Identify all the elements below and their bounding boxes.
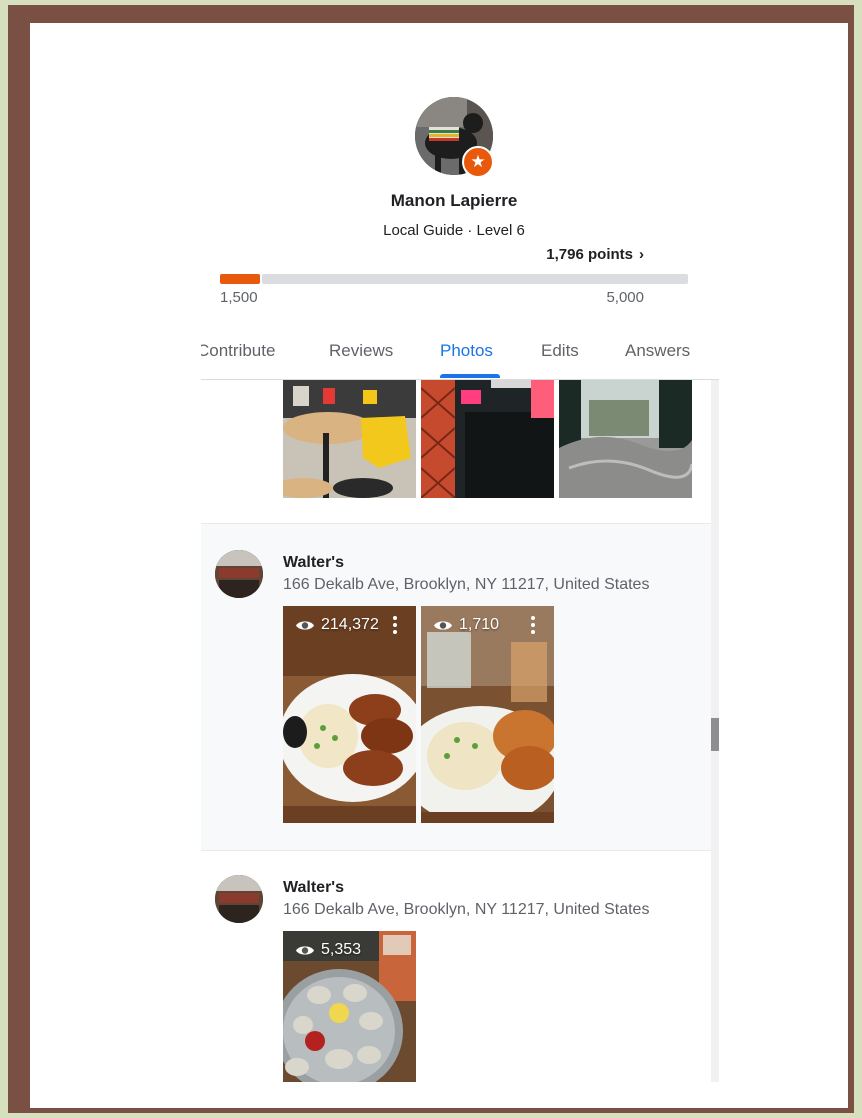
tab-reviews[interactable]: Reviews [329,341,393,361]
progress-track [262,274,688,284]
page-frame: ★ Manon Lapierre Local Guide · Level 6 1… [8,5,854,1113]
chevron-right-icon: › [639,246,644,263]
view-count: 214,372 [295,616,379,634]
scrollbar-thumb[interactable] [711,718,719,751]
photos-feed[interactable]: Walter's 166 Dekalb Ave, Brooklyn, NY 11… [201,380,719,1082]
view-count-value: 214,372 [321,616,379,633]
tab-answers[interactable]: Answers [625,341,690,361]
local-guide-level: Local Guide · Level 6 [383,222,525,239]
photo-thumbnail[interactable]: 5,353 [283,931,416,1082]
progress-max: 5,000 [606,289,644,306]
feed-scrollbar[interactable] [711,380,719,1082]
eye-icon [434,620,452,630]
place-address: 166 Dekalb Ave, Brooklyn, NY 11217, Unit… [283,576,650,593]
tab-edits[interactable]: Edits [541,341,579,361]
more-vert-icon[interactable] [530,616,536,638]
view-count-value: 5,353 [321,941,362,958]
view-count: 5,353 [295,941,361,959]
view-count: 1,710 [433,616,499,634]
place-card: Walter's 166 Dekalb Ave, Brooklyn, NY 11… [201,524,711,850]
level-progress-bar [220,274,688,284]
eye-icon [296,945,314,955]
profile-name: Manon Lapierre [390,191,518,210]
photo-thumbnail[interactable]: 214,372 [283,606,416,823]
place-card: Walter's 166 Dekalb Ave, Brooklyn, NY 11… [201,851,711,1082]
place-avatar[interactable] [215,550,263,598]
place-avatar[interactable] [215,875,263,923]
profile-tabs: Contribute Reviews Photos Edits Answers [201,329,719,380]
photo-thumbnail[interactable] [421,380,554,498]
photo-thumbnail[interactable] [283,380,416,498]
view-count-value: 1,710 [459,616,500,633]
points-link[interactable]: 1,796 points › [546,246,644,263]
place-address: 166 Dekalb Ave, Brooklyn, NY 11217, Unit… [283,901,650,918]
photo-thumbnail[interactable]: 1,710 [421,606,554,823]
eye-icon [296,620,314,630]
progress-min: 1,500 [220,289,258,306]
profile-page: ★ Manon Lapierre Local Guide · Level 6 1… [30,23,848,1108]
points-label: 1,796 points [546,246,633,263]
photo-thumbnail[interactable] [559,380,692,498]
place-name[interactable]: Walter's [283,879,344,897]
tab-contribute[interactable]: Contribute [201,341,275,361]
place-name[interactable]: Walter's [283,554,344,572]
star-icon: ★ [462,146,494,178]
more-vert-icon[interactable] [392,616,398,638]
progress-fill [220,274,260,284]
tab-photos[interactable]: Photos [440,341,493,361]
active-tab-indicator [440,374,500,378]
